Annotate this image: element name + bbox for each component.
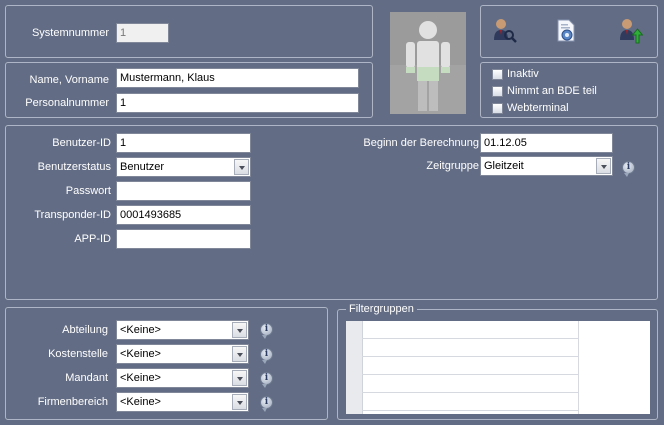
org-panel: Abteilung <Keine> i Kostenstelle <Keine>…: [5, 307, 328, 420]
settings-document-icon[interactable]: [553, 18, 579, 44]
name-label: Name, Vorname: [29, 74, 109, 86]
cost-center-select[interactable]: <Keine>: [116, 344, 249, 364]
user-panel: Benutzer-ID 1 Benutzerstatus Benutzer Pa…: [5, 125, 658, 300]
user-status-label: Benutzerstatus: [37, 161, 111, 173]
time-group-info-icon[interactable]: i: [622, 161, 635, 177]
webterminal-label: Webterminal: [507, 102, 569, 114]
app-id-field[interactable]: [116, 229, 251, 249]
bde-label: Nimmt an BDE teil: [507, 85, 597, 97]
calc-begin-field[interactable]: 01.12.05: [480, 133, 613, 153]
grid-row[interactable]: [362, 393, 578, 411]
person-panel: Name, Vorname Mustermann, Klaus Personal…: [5, 62, 373, 118]
employee-photo[interactable]: [390, 12, 466, 114]
company-area-info-icon[interactable]: i: [260, 396, 273, 412]
time-group-select[interactable]: Gleitzeit: [480, 156, 613, 176]
company-area-value: <Keine>: [120, 396, 161, 408]
department-value: <Keine>: [120, 324, 161, 336]
system-number-label: Systemnummer: [31, 27, 109, 39]
client-select[interactable]: <Keine>: [116, 368, 249, 388]
grid-row[interactable]: [362, 339, 578, 357]
password-field[interactable]: [116, 181, 251, 201]
time-group-value: Gleitzeit: [484, 160, 524, 172]
system-number-field[interactable]: 1: [116, 23, 169, 43]
client-info-icon[interactable]: i: [260, 372, 273, 388]
user-status-value: Benutzer: [120, 161, 165, 173]
cost-center-info-icon[interactable]: i: [260, 348, 273, 364]
personnel-number-label: Personalnummer: [25, 97, 109, 109]
password-label: Passwort: [65, 185, 111, 197]
department-label: Abteilung: [62, 324, 108, 336]
user-id-field[interactable]: 1: [116, 133, 251, 153]
chevron-down-icon[interactable]: [234, 159, 249, 175]
personnel-number-field[interactable]: 1: [116, 93, 359, 113]
bde-checkbox[interactable]: [492, 86, 503, 97]
grid-row[interactable]: [362, 375, 578, 393]
system-panel: Systemnummer 1: [5, 5, 373, 58]
cost-center-value: <Keine>: [120, 348, 161, 360]
chevron-down-icon[interactable]: [232, 346, 247, 362]
transponder-id-field[interactable]: 0001493685: [116, 205, 251, 225]
name-field[interactable]: Mustermann, Klaus: [116, 68, 359, 88]
chevron-down-icon[interactable]: [232, 370, 247, 386]
company-area-select[interactable]: <Keine>: [116, 392, 249, 412]
filter-groups-grid[interactable]: [346, 321, 650, 414]
client-value: <Keine>: [120, 372, 161, 384]
cost-center-label: Kostenstelle: [48, 348, 108, 360]
user-id-label: Benutzer-ID: [52, 137, 111, 149]
user-status-select[interactable]: Benutzer: [116, 157, 251, 177]
transponder-id-label: Transponder-ID: [34, 209, 111, 221]
chevron-down-icon[interactable]: [232, 322, 247, 338]
department-info-icon[interactable]: i: [260, 323, 273, 339]
filter-groups-panel: Filtergruppen: [337, 302, 658, 420]
inactive-label: Inaktiv: [507, 68, 539, 80]
time-group-label: Zeitgruppe: [426, 160, 479, 172]
grid-row-header-column: [346, 321, 363, 414]
client-label: Mandant: [65, 372, 108, 384]
calc-begin-label: Beginn der Berechnung: [363, 137, 479, 149]
app-id-label: APP-ID: [74, 233, 111, 245]
grid-row[interactable]: [362, 357, 578, 375]
grid-column-divider: [578, 321, 579, 414]
company-area-label: Firmenbereich: [37, 396, 108, 408]
chevron-down-icon[interactable]: [232, 394, 247, 410]
chevron-down-icon[interactable]: [596, 158, 611, 174]
inactive-checkbox[interactable]: [492, 69, 503, 80]
toolbar-panel: [480, 5, 658, 58]
user-upload-icon[interactable]: [617, 18, 644, 44]
user-search-icon[interactable]: [491, 18, 517, 44]
person-silhouette-icon: [390, 21, 466, 114]
webterminal-checkbox[interactable]: [492, 103, 503, 114]
grid-row[interactable]: [362, 321, 578, 339]
flags-panel: Inaktiv Nimmt an BDE teil Webterminal: [480, 62, 658, 118]
filter-groups-title: Filtergruppen: [346, 302, 417, 316]
department-select[interactable]: <Keine>: [116, 320, 249, 340]
